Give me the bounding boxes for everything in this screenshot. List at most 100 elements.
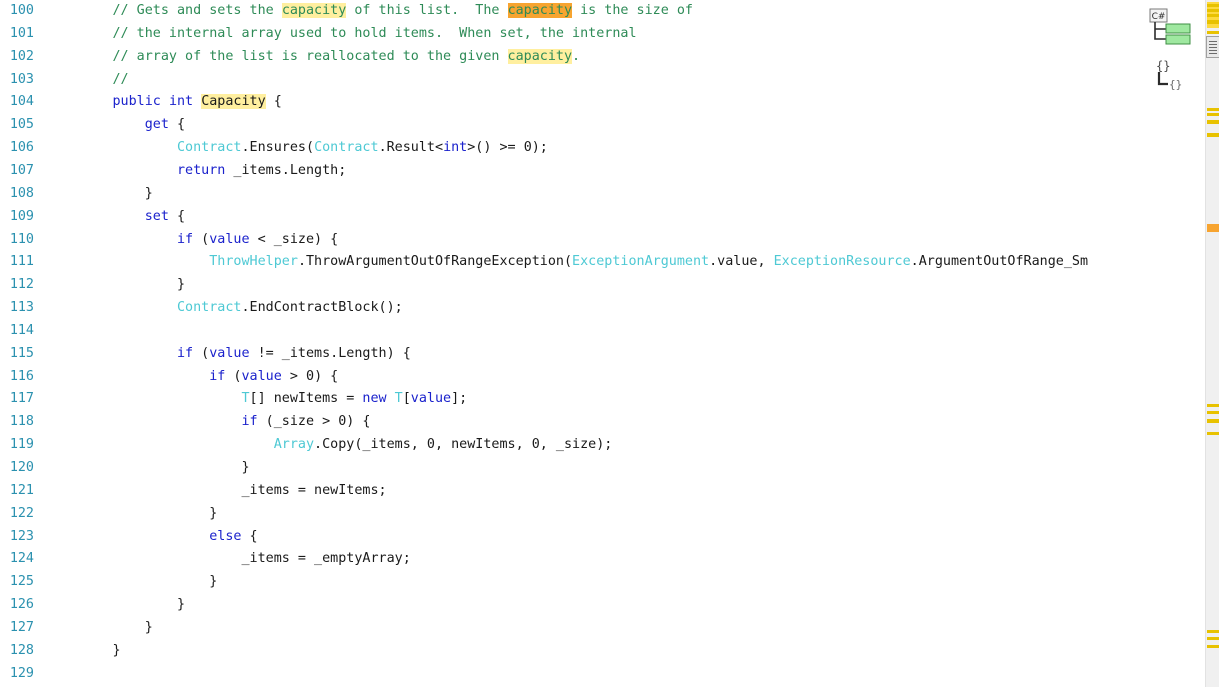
scrollbar-marker[interactable] (1207, 419, 1219, 423)
scrollbar-marker[interactable] (1207, 120, 1219, 124)
scrollbar-marker[interactable] (1207, 645, 1219, 648)
line-content[interactable]: public int Capacity { (48, 91, 282, 114)
search-match: capacity (281, 3, 347, 18)
line-content[interactable]: // the internal array used to hold items… (48, 23, 637, 46)
code-token: } (48, 642, 121, 658)
scrollbar-marker[interactable] (1207, 31, 1219, 34)
code-line[interactable]: 106 Contract.Ensures(Contract.Result<int… (0, 137, 1205, 160)
code-token: else (209, 528, 242, 544)
code-token: (_size > (257, 414, 339, 430)
code-line[interactable]: 116 if (value > 0) { (0, 366, 1205, 389)
code-line[interactable]: 113 Contract.EndContractBlock(); (0, 297, 1205, 320)
line-content[interactable]: if (value != _items.Length) { (48, 343, 411, 366)
code-line[interactable]: 102 // array of the list is reallocated … (0, 46, 1205, 69)
line-content[interactable]: // Gets and sets the capacity of this li… (48, 0, 693, 23)
code-line[interactable]: 121 _items = newItems; (0, 480, 1205, 503)
line-content[interactable]: // (48, 69, 129, 92)
scrollbar-marker[interactable] (1207, 113, 1219, 116)
code-line[interactable]: 110 if (value < _size) { (0, 229, 1205, 252)
scrollbar-marker-current[interactable] (1207, 224, 1219, 232)
code-line[interactable]: 127 } (0, 617, 1205, 640)
line-content[interactable]: // array of the list is reallocated to t… (48, 46, 580, 69)
scrollbar-marker[interactable] (1207, 404, 1219, 407)
code-line[interactable]: 112 } (0, 274, 1205, 297)
code-line[interactable]: 120 } (0, 457, 1205, 480)
scrollbar-marker[interactable] (1207, 20, 1219, 24)
code-token: if (241, 414, 258, 430)
scrollbar-marker[interactable] (1207, 432, 1219, 435)
scrollbar-marker[interactable] (1207, 108, 1219, 111)
line-content[interactable]: set { (48, 206, 185, 229)
line-content[interactable]: T[] newItems = new T[value]; (48, 388, 467, 411)
code-line[interactable]: 122 } (0, 503, 1205, 526)
code-token: T (241, 391, 250, 407)
code-token: } (48, 597, 186, 613)
scrollbar-marker[interactable] (1207, 411, 1219, 414)
line-content[interactable]: if (value < _size) { (48, 229, 338, 252)
scrollbar-marker[interactable] (1207, 14, 1219, 17)
code-token: if (177, 345, 194, 361)
line-content[interactable]: _items = _emptyArray; (48, 548, 410, 571)
line-number: 110 (9, 231, 34, 247)
code-line[interactable]: 100 // Gets and sets the capacity of thi… (0, 0, 1205, 23)
line-content[interactable]: Contract.EndContractBlock(); (48, 297, 403, 320)
code-line[interactable]: 108 } (0, 183, 1205, 206)
line-content[interactable]: } (48, 571, 217, 594)
line-content[interactable]: } (48, 274, 185, 297)
scrollbar-marker[interactable] (1207, 637, 1219, 640)
line-number: 129 (9, 665, 34, 681)
line-content[interactable]: } (48, 457, 249, 480)
code-line[interactable]: 123 else { (0, 526, 1205, 549)
code-line[interactable]: 101 // the internal array used to hold i… (0, 23, 1205, 46)
line-content[interactable]: else { (48, 526, 257, 549)
scrollbar-marker[interactable] (1207, 630, 1219, 633)
line-content[interactable]: } (48, 594, 185, 617)
code-line[interactable]: 111 ThrowHelper.ThrowArgumentOutOfRangeE… (0, 251, 1205, 274)
line-content[interactable]: Contract.Ensures(Contract.Result<int>() … (48, 137, 548, 160)
code-line[interactable]: 126 } (0, 594, 1205, 617)
code-line[interactable]: 114 (0, 320, 1205, 343)
line-content[interactable]: _items = newItems; (48, 480, 386, 503)
code-line[interactable]: 119 Array.Copy(_items, 0, newItems, 0, _… (0, 434, 1205, 457)
line-content[interactable]: } (48, 503, 217, 526)
code-token: Contract (314, 140, 379, 156)
line-content[interactable]: } (48, 183, 153, 206)
code-token: .ArgumentOutOfRange_Sm (910, 254, 1089, 270)
code-line[interactable]: 125 } (0, 571, 1205, 594)
code-token: ) { (346, 414, 371, 430)
code-line[interactable]: 117 T[] newItems = new T[value]; (0, 388, 1205, 411)
code-line[interactable]: 105 get { (0, 114, 1205, 137)
line-content[interactable]: return _items.Length; (48, 160, 346, 183)
code-line[interactable]: 115 if (value != _items.Length) { (0, 343, 1205, 366)
code-text-surface[interactable]: 100 // Gets and sets the capacity of thi… (0, 0, 1205, 687)
line-number: 120 (9, 460, 34, 475)
code-line[interactable]: 109 set { (0, 206, 1205, 229)
scrollbar-marker[interactable] (1207, 4, 1219, 7)
code-token: 0 (306, 368, 315, 384)
line-content[interactable]: } (48, 617, 153, 640)
code-token: } (48, 619, 153, 635)
code-line[interactable]: 107 return _items.Length; (0, 160, 1205, 183)
code-line[interactable]: 129 (0, 663, 1205, 686)
line-content[interactable]: Array.Copy(_items, 0, newItems, 0, _size… (48, 434, 613, 457)
scrollbar-preview-widget[interactable] (1206, 36, 1219, 58)
line-content[interactable]: } (48, 640, 121, 663)
code-token: // (112, 71, 129, 87)
line-number: 123 (9, 528, 34, 544)
line-content[interactable]: if (_size > 0) { (48, 411, 370, 434)
code-token: value (209, 231, 250, 247)
vertical-scrollbar[interactable] (1205, 0, 1219, 687)
code-line[interactable]: 104 public int Capacity { (0, 91, 1205, 114)
line-content[interactable]: ThrowHelper.ThrowArgumentOutOfRangeExcep… (48, 251, 1088, 274)
scrollbar-marker[interactable] (1207, 133, 1219, 137)
scrollbar-marker[interactable] (1207, 9, 1219, 12)
code-line[interactable]: 103 // (0, 69, 1205, 92)
code-line[interactable]: 128 } (0, 640, 1205, 663)
line-content[interactable]: if (value > 0) { (48, 366, 338, 389)
code-line[interactable]: 118 if (_size > 0) { (0, 411, 1205, 434)
code-line[interactable]: 124 _items = _emptyArray; (0, 548, 1205, 571)
line-content[interactable]: get { (48, 114, 185, 137)
